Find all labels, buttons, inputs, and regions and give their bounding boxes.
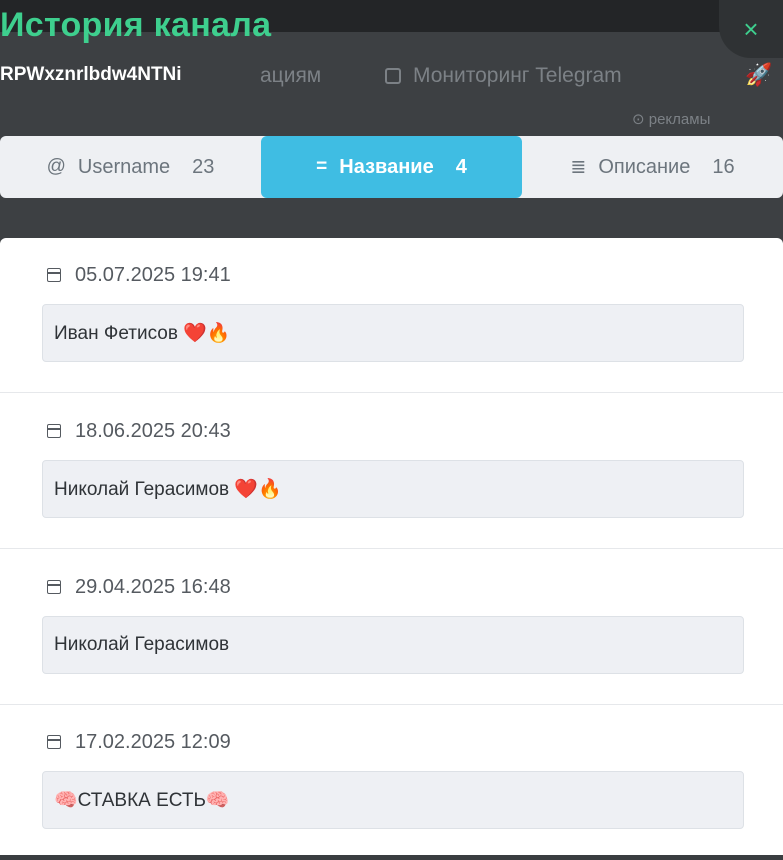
at-icon: @ (46, 156, 66, 177)
history-tabs: @ Username 23 = Название 4 ≣ Описание 16 (0, 136, 783, 198)
tab-count: 4 (455, 155, 467, 178)
tab-description[interactable]: ≣ Описание 16 (522, 136, 783, 198)
tab-label: Название (339, 155, 434, 178)
tab-count: 16 (712, 155, 735, 178)
history-list: 05.07.2025 19:41 Иван Фетисов ❤️🔥 18.06.… (0, 238, 783, 855)
monitor-icon (385, 68, 401, 84)
entry-date: 17.02.2025 12:09 (47, 731, 231, 754)
calendar-icon (47, 735, 61, 749)
calendar-icon (47, 424, 61, 438)
tab-label: Username (77, 155, 171, 178)
tab-count: 23 (192, 155, 215, 178)
entry-date: 29.04.2025 16:48 (47, 576, 231, 599)
lines-icon: = (316, 156, 328, 177)
entry-value: Иван Фетисов ❤️🔥 (42, 304, 744, 362)
calendar-icon (47, 268, 61, 282)
background-nav-item: ациям (260, 64, 322, 87)
entry-date: 18.06.2025 20:43 (47, 420, 231, 443)
entry-date: 05.07.2025 19:41 (47, 264, 231, 287)
modal-title: История канала (0, 6, 272, 44)
tab-title[interactable]: = Название 4 (261, 136, 522, 198)
close-icon: × (743, 13, 759, 44)
entry-value: 🧠СТАВКА ЕСТЬ🧠 (42, 771, 744, 829)
tab-label: Описание (598, 155, 691, 178)
calendar-icon (47, 580, 61, 594)
rocket-icon: 🚀 (745, 62, 773, 87)
entry-value: Николай Герасимов (42, 616, 744, 674)
text-lines-icon: ≣ (570, 156, 587, 178)
tab-username[interactable]: @ Username 23 (0, 136, 261, 198)
entry-value: Николай Герасимов ❤️🔥 (42, 460, 744, 518)
history-entry: 17.02.2025 12:09 🧠СТАВКА ЕСТЬ🧠 (0, 705, 783, 860)
background-sub-label: ⊙ рекламы (632, 111, 711, 128)
background-nav-item-monitoring: Мониторинг Telegram (385, 64, 622, 88)
channel-id: RPWxznrlbdw4NTNi (0, 64, 182, 85)
history-entry: 18.06.2025 20:43 Николай Герасимов ❤️🔥 (0, 394, 783, 549)
close-button[interactable]: × (719, 0, 783, 58)
history-entry: 05.07.2025 19:41 Иван Фетисов ❤️🔥 (0, 238, 783, 393)
history-entry: 29.04.2025 16:48 Николай Герасимов (0, 550, 783, 705)
